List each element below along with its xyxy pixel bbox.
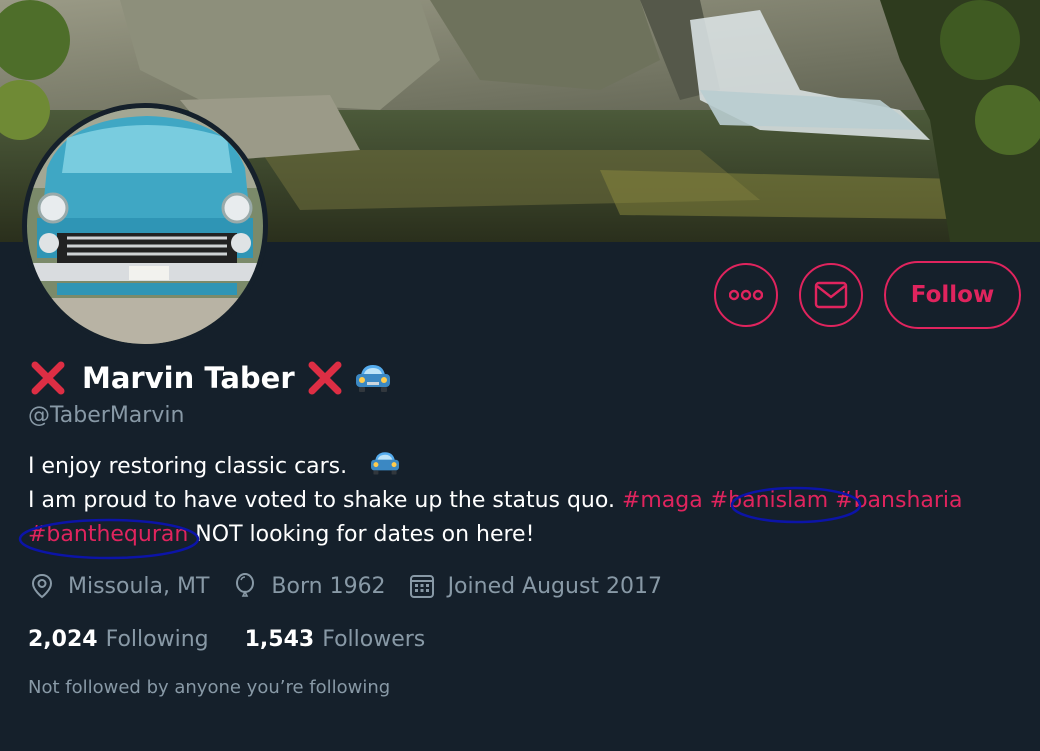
follow-counts: 2,024 Following 1,543 Followers — [28, 622, 461, 656]
hashtag-link[interactable]: #banislam — [710, 488, 828, 513]
bio-line-3: #banthequran NOT looking for dates on he… — [28, 522, 535, 547]
not-followed-notice: Not followed by anyone you’re following — [28, 677, 391, 698]
calendar-icon — [409, 575, 434, 598]
followers-count: 1,543 — [244, 626, 315, 652]
message-button[interactable] — [799, 263, 863, 327]
joined-item: Joined August 2017 — [408, 572, 662, 600]
red-x-emoji-icon — [308, 361, 342, 395]
followers-label: Followers — [322, 626, 426, 652]
following-count: 2,024 — [28, 626, 98, 652]
profile-avatar[interactable] — [22, 103, 268, 349]
balloon-icon — [236, 573, 255, 597]
location-item: Missoula, MT — [28, 572, 209, 600]
more-button[interactable] — [714, 263, 778, 327]
following-link[interactable]: 2,024 Following — [28, 627, 209, 652]
car-emoji-icon — [355, 365, 390, 392]
birthday-item: Born 1962 — [231, 572, 386, 600]
followers-link[interactable]: 1,543 Followers — [245, 627, 426, 652]
profile-meta: Missoula, MT Born 1962 Joined August 201… — [28, 568, 684, 604]
display-name: Marvin Taber — [82, 361, 295, 395]
bio-line-2: I am proud to have voted to shake up the… — [28, 488, 963, 513]
profile-actions: Follow — [714, 261, 1021, 329]
hashtag-link[interactable]: #banthequran — [28, 522, 188, 547]
location-pin-icon — [31, 573, 53, 599]
following-label: Following — [105, 626, 209, 652]
display-name-row: Marvin Taber — [30, 358, 393, 398]
hashtag-link[interactable]: #bansharia — [835, 488, 962, 513]
bio-line-1: I enjoy restoring classic cars. — [28, 449, 1028, 484]
profile-bio: I enjoy restoring classic cars. I am pro… — [28, 449, 1028, 552]
user-handle: @TaberMarvin — [28, 403, 185, 428]
car-emoji-icon — [371, 452, 400, 475]
follow-button[interactable]: Follow — [884, 261, 1021, 329]
more-icon — [729, 289, 763, 301]
hashtag-link[interactable]: #maga — [622, 488, 703, 513]
red-x-emoji-icon — [31, 361, 65, 395]
envelope-icon — [814, 281, 848, 309]
